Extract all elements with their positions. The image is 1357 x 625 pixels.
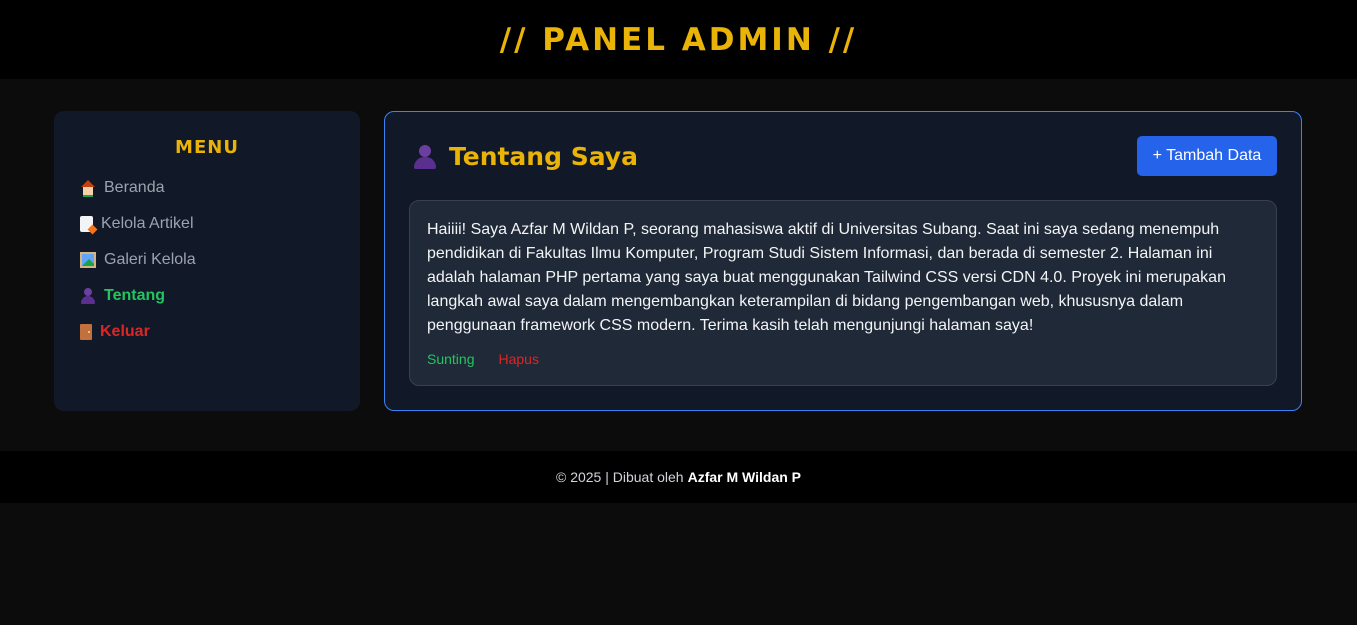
sidebar-item-tentang[interactable]: Tentang <box>80 278 334 314</box>
footer-author: Azfar M Wildan P <box>687 469 802 485</box>
footer: © 2025 | Dibuat oleh Azfar M Wildan P <box>0 451 1357 503</box>
edit-link[interactable]: Sunting <box>427 351 474 367</box>
sidebar-item-galeri-kelola[interactable]: Galeri Kelola <box>80 242 334 278</box>
top-header: // PANEL ADMIN // <box>0 0 1357 79</box>
sidebar: MENU Beranda Kelola Artikel Galeri Kelol… <box>54 111 360 411</box>
sidebar-item-label: Beranda <box>104 179 165 196</box>
sidebar-title: MENU <box>175 137 239 158</box>
about-card: Haiiii! Saya Azfar M Wildan P, seorang m… <box>409 200 1277 386</box>
door-icon <box>80 324 92 340</box>
section-title: Tentang Saya <box>449 142 638 171</box>
sidebar-item-kelola-artikel[interactable]: Kelola Artikel <box>80 206 334 242</box>
card-actions: Sunting Hapus <box>427 351 1259 367</box>
sidebar-item-label: Tentang <box>104 287 166 304</box>
sidebar-item-beranda[interactable]: Beranda <box>80 170 334 206</box>
sidebar-item-label: Kelola Artikel <box>101 215 194 232</box>
user-icon <box>80 288 96 304</box>
user-icon <box>413 144 437 169</box>
main-panel: Tentang Saya + Tambah Data Haiiii! Saya … <box>384 111 1302 411</box>
about-text: Haiiii! Saya Azfar M Wildan P, seorang m… <box>427 221 1226 334</box>
section-header: Tentang Saya <box>413 142 638 171</box>
delete-link[interactable]: Hapus <box>498 351 538 367</box>
sidebar-item-keluar[interactable]: Keluar <box>80 314 334 350</box>
sidebar-item-label: Keluar <box>100 323 150 340</box>
picture-icon <box>80 252 96 268</box>
page-title: // PANEL ADMIN // <box>499 21 858 58</box>
footer-text: © 2025 | Dibuat oleh <box>555 469 684 485</box>
house-icon <box>80 180 96 197</box>
add-data-button[interactable]: + Tambah Data <box>1137 136 1277 176</box>
memo-icon <box>80 216 93 232</box>
sidebar-item-label: Galeri Kelola <box>104 251 196 268</box>
